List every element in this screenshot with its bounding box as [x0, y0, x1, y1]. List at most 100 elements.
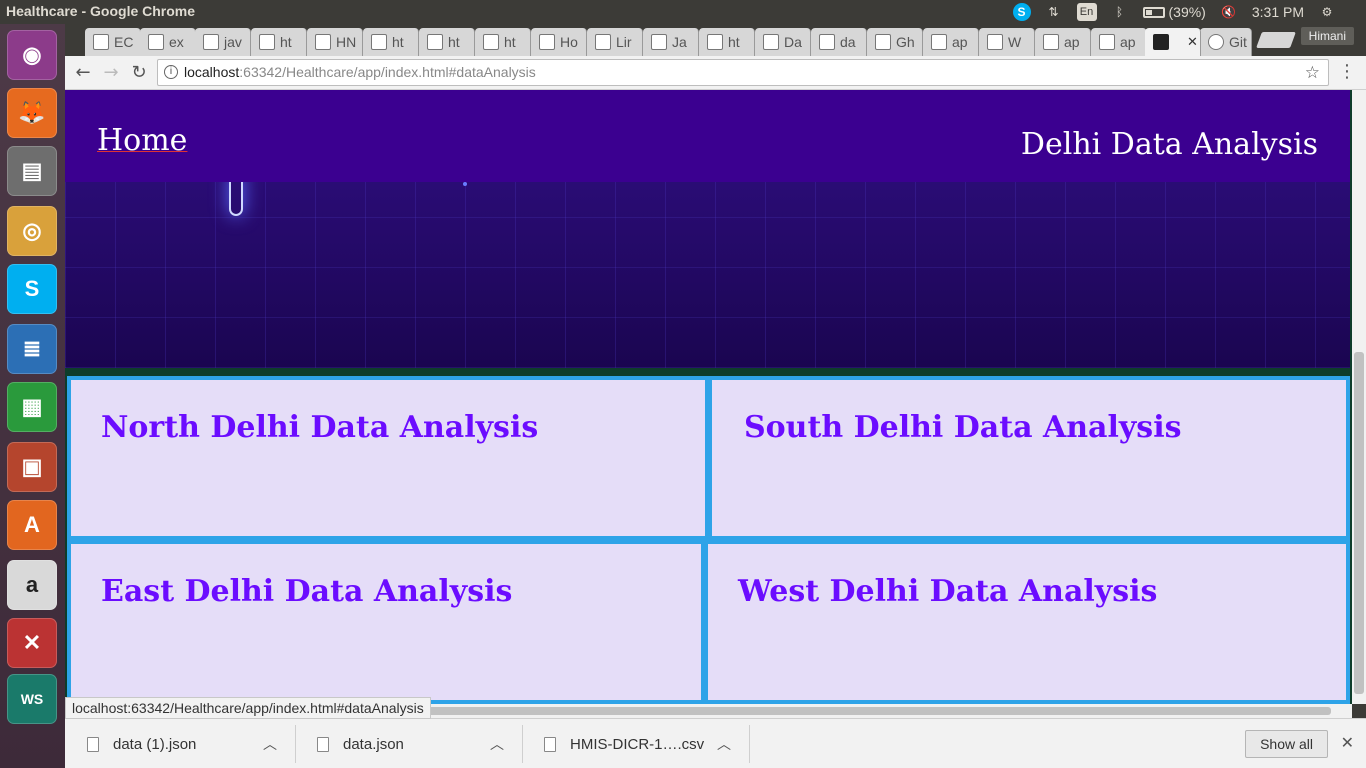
chevron-up-icon[interactable]: ︿	[490, 734, 504, 754]
download-item[interactable]: HMIS-DICR-1….csv ︿	[522, 725, 750, 763]
browser-tab[interactable]: Lir	[587, 28, 643, 56]
system-tray: S ⇅ En ᛒ (39%) 🔇 3:31 PM ⚙	[1012, 0, 1366, 24]
status-bubble: localhost:63342/Healthcare/app/index.htm…	[65, 697, 431, 719]
amazon-icon[interactable]: a	[7, 560, 57, 610]
webstorm-favicon-icon	[1153, 34, 1169, 50]
file-icon	[87, 736, 99, 752]
reload-icon[interactable]: ↻	[127, 61, 151, 85]
browser-tab[interactable]: W	[979, 28, 1035, 56]
tab-favicon-icon	[539, 34, 555, 50]
address-bar[interactable]: i localhost:63342/Healthcare/app/index.h…	[157, 59, 1329, 86]
tab-favicon-icon	[595, 34, 611, 50]
browser-tab[interactable]: da	[811, 28, 867, 56]
github-favicon-icon	[1208, 34, 1224, 50]
tab-favicon-icon	[483, 34, 499, 50]
new-tab-button[interactable]	[1256, 32, 1296, 48]
home-link[interactable]: Home	[97, 123, 187, 158]
battery-percent: (39%)	[1168, 4, 1206, 20]
chrome-icon[interactable]: ◎	[7, 206, 57, 256]
browser-tab[interactable]: Ho	[531, 28, 587, 56]
browser-tab-strip: EC ex jav ht HN ht ht ht Ho Lir Ja ht Da…	[65, 24, 1366, 56]
close-tab-icon[interactable]: ✕	[1187, 34, 1198, 50]
download-item[interactable]: data (1).json ︿	[65, 725, 296, 763]
bluetooth-icon[interactable]: ᛒ	[1111, 3, 1129, 21]
tab-favicon-icon	[819, 34, 835, 50]
back-arrow-icon[interactable]: ←	[71, 61, 95, 85]
tab-favicon-icon	[875, 34, 891, 50]
browser-tab[interactable]: ap	[923, 28, 979, 56]
browser-tab[interactable]: ht	[419, 28, 475, 56]
chevron-up-icon[interactable]: ︿	[263, 734, 277, 754]
window-title: Healthcare - Google Chrome	[6, 3, 196, 19]
volume-muted-icon[interactable]: 🔇	[1220, 3, 1238, 21]
clock[interactable]: 3:31 PM	[1252, 4, 1304, 20]
tab-favicon-icon	[1043, 34, 1059, 50]
tab-favicon-icon	[651, 34, 667, 50]
browser-toolbar: ← → ↻ i localhost:63342/Healthcare/app/i…	[65, 56, 1366, 90]
file-icon	[544, 736, 556, 752]
files-icon[interactable]: ▤	[7, 146, 57, 196]
skype-tray-icon[interactable]: S	[1012, 3, 1031, 21]
tab-favicon-icon	[763, 34, 779, 50]
north-delhi-panel[interactable]: North Delhi Data Analysis	[67, 376, 709, 540]
ubuntu-dash-icon[interactable]: ◉	[7, 30, 57, 80]
browser-tab[interactable]: jav	[195, 28, 251, 56]
browser-tab[interactable]: ht	[699, 28, 755, 56]
chrome-menu-icon[interactable]: ⋮	[1338, 61, 1356, 82]
bookmark-star-icon[interactable]: ☆	[1305, 60, 1320, 85]
unity-launcher: ◉ 🦊 ▤ ◎ S ≣ ▦ ▣ A a ✕ WS	[0, 24, 65, 768]
panel-heading: South Delhi Data Analysis	[744, 410, 1182, 445]
download-filename: data.json	[343, 735, 404, 753]
hero-banner	[65, 170, 1350, 368]
west-delhi-panel[interactable]: West Delhi Data Analysis	[704, 540, 1350, 704]
download-filename: HMIS-DICR-1….csv	[570, 735, 705, 753]
browser-tab[interactable]: ex	[140, 28, 196, 56]
browser-tab[interactable]: ap	[1035, 28, 1091, 56]
battery-indicator[interactable]: (39%)	[1142, 4, 1206, 20]
east-delhi-panel[interactable]: East Delhi Data Analysis	[67, 540, 705, 704]
download-filename: data (1).json	[113, 735, 197, 753]
network-icon[interactable]: ⇅	[1045, 3, 1063, 21]
page-title: Delhi Data Analysis	[1020, 127, 1318, 162]
browser-tab[interactable]: Ja	[643, 28, 699, 56]
browser-tab[interactable]: EC	[85, 28, 141, 56]
info-icon[interactable]: i	[164, 65, 178, 79]
browser-tab[interactable]: ap	[1091, 28, 1147, 56]
tab-favicon-icon	[371, 34, 387, 50]
software-center-icon[interactable]: A	[7, 500, 57, 550]
impress-icon[interactable]: ▣	[7, 442, 57, 492]
download-item[interactable]: data.json ︿	[295, 725, 523, 763]
panel-heading: West Delhi Data Analysis	[738, 574, 1158, 609]
show-all-button[interactable]: Show all	[1245, 730, 1328, 758]
browser-tab[interactable]: Gh	[867, 28, 923, 56]
vertical-scrollbar[interactable]	[1352, 90, 1366, 704]
panel-heading: East Delhi Data Analysis	[101, 574, 513, 609]
firefox-icon[interactable]: 🦊	[7, 88, 57, 138]
tab-favicon-icon	[1099, 34, 1115, 50]
browser-tab[interactable]: ht	[251, 28, 307, 56]
system-settings-icon[interactable]: ✕	[7, 618, 57, 668]
skype-icon[interactable]: S	[7, 264, 57, 314]
profile-button[interactable]: Himani	[1300, 27, 1354, 45]
gear-icon[interactable]: ⚙	[1318, 3, 1336, 21]
calc-icon[interactable]: ▦	[7, 382, 57, 432]
browser-tab[interactable]: ht	[363, 28, 419, 56]
site-header: Home Delhi Data Analysis	[65, 90, 1350, 182]
writer-icon[interactable]: ≣	[7, 324, 57, 374]
os-top-panel: Healthcare - Google Chrome S ⇅ En ᛒ (39%…	[0, 0, 1366, 24]
keyboard-layout-indicator[interactable]: En	[1076, 3, 1097, 21]
tab-favicon-icon	[987, 34, 1003, 50]
browser-tab[interactable]: ht	[475, 28, 531, 56]
browser-tab-active[interactable]: ✕	[1145, 28, 1201, 56]
browser-tab[interactable]: HN	[307, 28, 363, 56]
forward-arrow-icon[interactable]: →	[99, 61, 123, 85]
tab-favicon-icon	[203, 34, 219, 50]
south-delhi-panel[interactable]: South Delhi Data Analysis	[708, 376, 1350, 540]
browser-tab[interactable]: Da	[755, 28, 811, 56]
scrollbar-thumb[interactable]	[1354, 352, 1364, 694]
browser-tab[interactable]: Git	[1200, 28, 1252, 56]
chevron-up-icon[interactable]: ︿	[717, 734, 731, 754]
hero-decoration	[463, 182, 467, 186]
close-icon[interactable]: ✕	[1341, 733, 1354, 752]
webstorm-icon[interactable]: WS	[7, 674, 57, 724]
